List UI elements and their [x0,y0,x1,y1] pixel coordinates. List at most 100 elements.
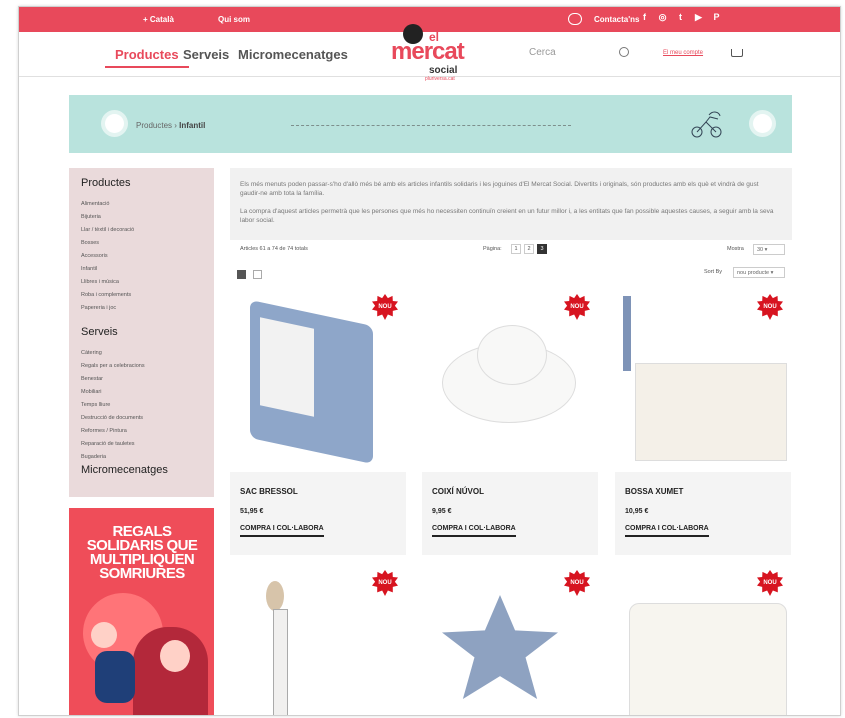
sidebar-item[interactable]: Infantil [81,266,97,272]
product-illustration [635,363,787,461]
sidebar-service[interactable]: Càtering [81,350,102,356]
category-description-paragraph: Els més menuts poden passar-s'ho d'allò … [240,181,759,197]
sidebar-item[interactable]: Papereria i joc [81,305,116,311]
breadcrumb-current: Infantil [179,121,206,130]
about-link[interactable]: Qui som [218,15,250,24]
banner-divider [291,125,571,126]
promo-face-illustration [160,640,190,672]
bicycle-illustration-icon [691,111,722,138]
instagram-icon[interactable]: ◎ [657,12,668,23]
account-link[interactable]: El meu compte [663,50,703,56]
sort-select-value: nou producte [737,270,770,276]
logo-social-text: social [429,65,458,76]
product-card[interactable]: NOU SAC BRESSOL 51,95 € COMPRA I COL·LAB… [230,291,406,555]
page-3[interactable]: 3 [537,244,547,254]
sidebar-micromecenatges[interactable]: Micromecenatges [81,464,168,476]
product-image[interactable] [422,291,598,472]
product-card[interactable]: NOU COIXÍ NÚVOL 9,95 € COMPRA I COL·LABO… [422,291,598,555]
flower-icon [753,114,772,133]
grid-view-icon[interactable] [237,270,246,279]
page-2[interactable]: 2 [524,244,534,254]
sidebar-service[interactable]: Bugaderia [81,454,106,460]
sidebar-item[interactable]: Alimentació [81,201,109,207]
promo-face-illustration [91,622,117,648]
site-header: Productes Serveis Micromecenatges el mer… [19,24,840,82]
sidebar-item[interactable]: Llibres i música [81,279,119,285]
product-illustration [477,325,547,385]
page-1[interactable]: 1 [511,244,521,254]
language-link[interactable]: + Català [143,15,174,24]
product-card[interactable]: NOU [230,567,406,715]
product-price: 51,95 € [240,508,264,515]
breadcrumb: Productes › Infantil [136,121,206,130]
sort-select[interactable]: nou producte ▾ [733,267,785,278]
product-card[interactable]: NOU BOSSA XUMET 10,95 € COMPRA I COL·LAB… [615,291,791,555]
show-select-value: 30 [757,247,764,253]
product-illustration [442,595,558,699]
product-toolbar: Articles 61 a 74 de 74 totals Pàgina: 1 … [230,244,792,284]
cart-icon[interactable] [731,49,743,57]
facebook-icon[interactable]: f [639,12,650,23]
product-illustration [266,581,284,611]
product-name[interactable]: COIXÍ NÚVOL [432,487,484,496]
sidebar-service[interactable]: Mobiliari [81,389,101,395]
list-view-icon[interactable] [253,270,262,279]
product-price: 10,95 € [625,508,649,515]
sidebar: Productes Alimentació Bijuteria Llar / t… [69,168,214,497]
contact-link[interactable]: Contacta'ns [594,15,639,24]
sidebar-item[interactable]: Bosses [81,240,99,246]
pagination-label: Pàgina: [483,246,502,252]
sidebar-service[interactable]: Reparació de tauletes [81,441,135,447]
breadcrumb-root[interactable]: Productes [136,121,172,130]
twitter-icon[interactable]: t [675,12,686,23]
social-links: f ◎ t ▶ P [639,12,840,23]
product-price: 9,95 € [432,508,452,515]
sidebar-services-title: Serveis [81,326,118,338]
result-count: Articles 61 a 74 de 74 totals [240,246,308,252]
show-label: Mostra [727,246,744,252]
logo-subtitle: pluriversa.cat [425,76,455,82]
logo-mercat-text: mercat [391,38,465,65]
product-card[interactable]: NOU [615,567,791,715]
browser-frame: + Català Qui som Contacta'ns f ◎ t ▶ P P… [18,6,841,716]
product-card[interactable]: NOU [422,567,598,715]
sidebar-service[interactable]: Temps lliure [81,402,110,408]
promo-person-illustration [95,651,135,703]
product-illustration [623,296,631,371]
flower-icon [105,114,124,133]
sidebar-item[interactable]: Bijuteria [81,214,101,220]
site-logo[interactable]: el mercat social pluriversa.cat [389,20,467,82]
buy-button[interactable]: COMPRA I COL·LABORA [625,525,709,537]
buy-button[interactable]: COMPRA I COL·LABORA [240,525,324,537]
youtube-icon[interactable]: ▶ [693,12,704,23]
chat-icon[interactable] [568,13,582,25]
category-description: Els més menuts poden passar-s'ho d'allò … [230,168,792,240]
show-select[interactable]: 30 ▾ [753,244,785,255]
product-image[interactable] [230,291,406,472]
sort-label: Sort By [704,269,723,275]
search-input[interactable]: Cerca [529,47,649,61]
nav-services[interactable]: Serveis [183,47,229,62]
sidebar-service[interactable]: Reformes / Pintura [81,428,127,434]
sidebar-service[interactable]: Regals per a celebracions [81,363,145,369]
promo-text: REGALS SOLIDARIS QUE MULTIPLIQUEN SOMRIU… [86,523,198,582]
sidebar-service[interactable]: Destrucció de documents [81,415,143,421]
search-icon[interactable] [619,47,629,57]
pinterest-icon[interactable]: P [711,12,722,23]
sidebar-service[interactable]: Benestar [81,376,103,382]
product-illustration [260,317,314,417]
category-banner: Productes › Infantil [69,95,792,153]
product-name[interactable]: BOSSA XUMET [625,487,683,496]
nav-micromecenatges[interactable]: Micromecenatges [238,47,348,62]
buy-button[interactable]: COMPRA I COL·LABORA [432,525,516,537]
product-name[interactable]: SAC BRESSOL [240,487,298,496]
nav-products[interactable]: Productes [105,47,189,68]
sidebar-item[interactable]: Roba i complements [81,292,131,298]
promo-banner[interactable]: REGALS SOLIDARIS QUE MULTIPLIQUEN SOMRIU… [69,508,214,715]
sidebar-item[interactable]: Llar / tèxtil i decoració [81,227,134,233]
sidebar-item[interactable]: Accessoris [81,253,108,259]
category-description-paragraph: La compra d'aquest articles permetrà que… [240,208,774,224]
sidebar-products-title: Productes [81,177,131,189]
product-illustration [273,609,288,715]
product-image[interactable] [615,291,791,472]
